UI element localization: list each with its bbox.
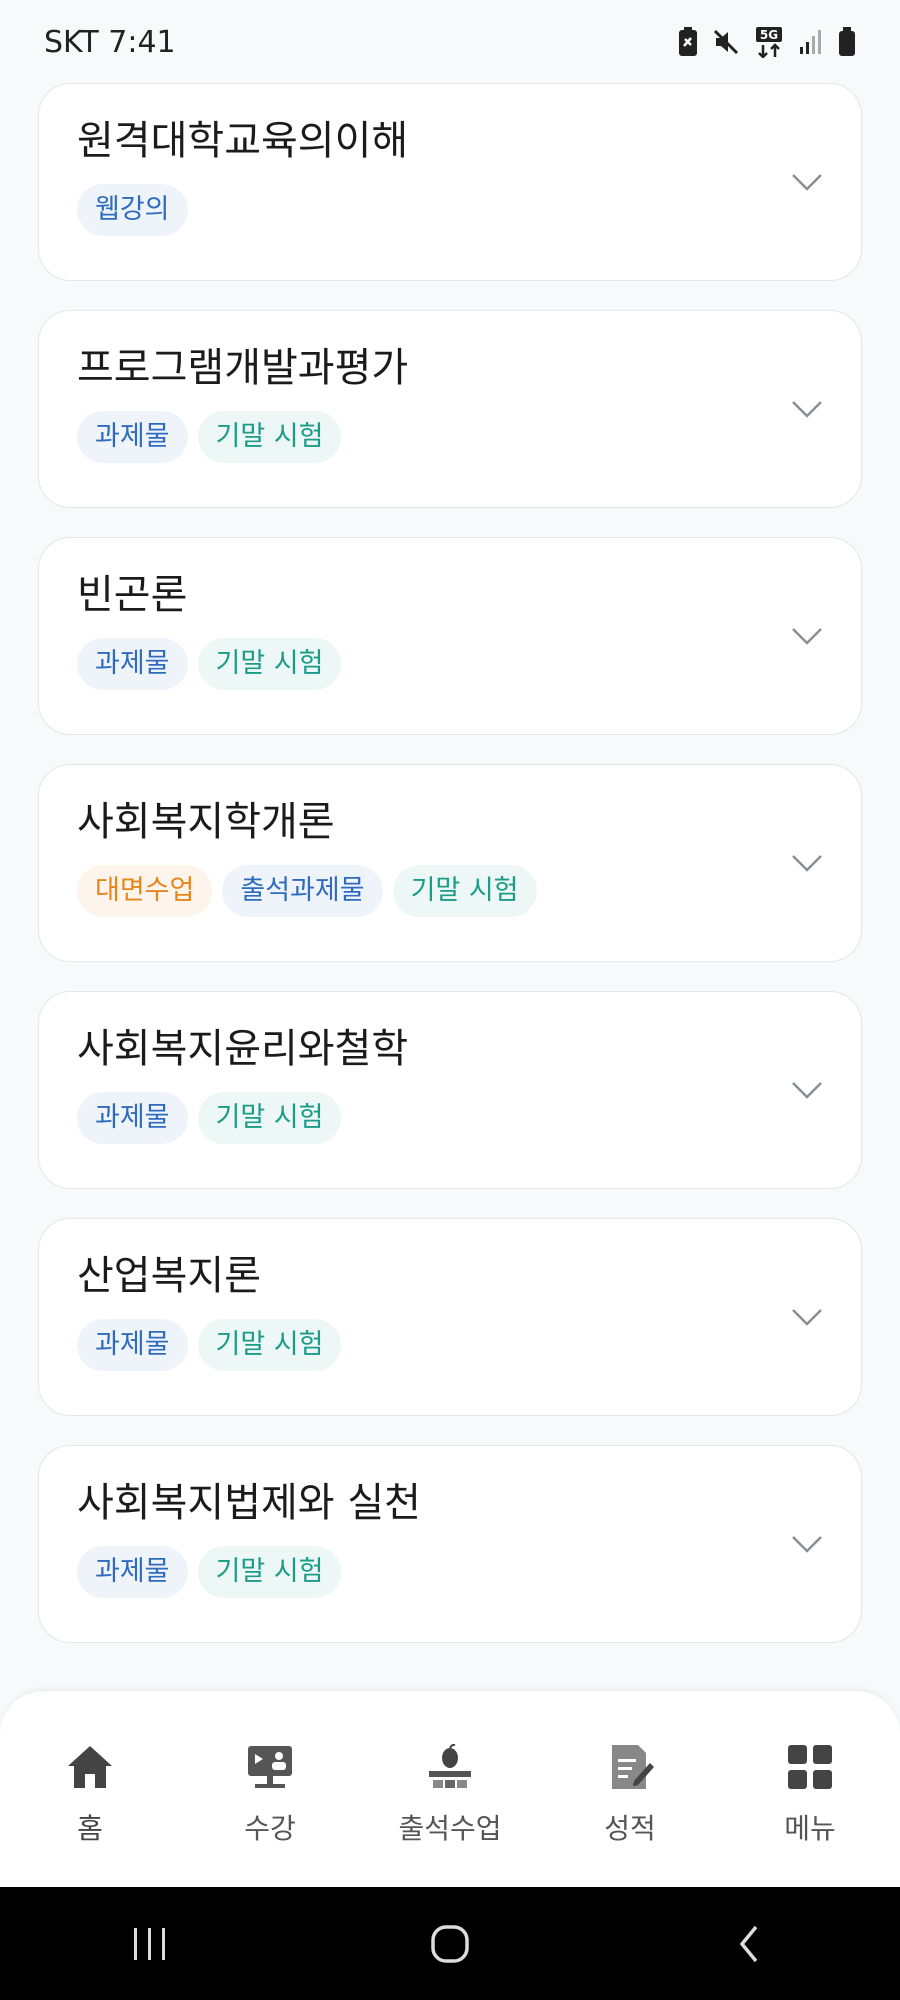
lecture-monitor-icon bbox=[244, 1741, 296, 1793]
course-title: 빈곤론 bbox=[77, 572, 188, 618]
course-card[interactable]: 사회복지학개론 대면수업 출석과제물 기말 시험 bbox=[38, 764, 862, 962]
chevron-down-icon[interactable] bbox=[791, 626, 823, 646]
bottom-nav: 홈 수강 출석수업 성적 메뉴 bbox=[0, 1690, 900, 1887]
chevron-down-icon[interactable] bbox=[791, 399, 823, 419]
course-title: 사회복지학개론 bbox=[77, 799, 335, 845]
course-title: 사회복지윤리와철학 bbox=[77, 1026, 409, 1072]
tag-list: 과제물 기말 시험 bbox=[77, 1092, 861, 1144]
tag-badge: 과제물 bbox=[77, 1319, 188, 1371]
nav-item-menu[interactable]: 메뉴 bbox=[735, 1741, 885, 1847]
course-list: 원격대학교육의이해 웹강의 프로그램개발과평가 과제물 기말 시험 빈곤론 과제… bbox=[38, 83, 862, 1672]
nav-label: 홈 bbox=[77, 1812, 103, 1845]
tag-badge: 기말 시험 bbox=[197, 1092, 342, 1144]
grade-document-icon bbox=[604, 1741, 656, 1793]
status-bar: SKT 7:41 5G bbox=[0, 0, 900, 84]
course-title: 사회복지법제와 실천 bbox=[77, 1480, 421, 1526]
tag-list: 과제물 기말 시험 bbox=[77, 411, 861, 463]
back-icon bbox=[739, 1925, 758, 1962]
nav-label: 출석수업 bbox=[398, 1812, 502, 1845]
chevron-down-icon[interactable] bbox=[791, 853, 823, 873]
tag-badge: 웹강의 bbox=[77, 184, 188, 236]
course-card[interactable]: 사회복지윤리와철학 과제물 기말 시험 bbox=[38, 991, 862, 1189]
nav-label: 성적 bbox=[604, 1812, 656, 1845]
chevron-down-icon[interactable] bbox=[791, 1534, 823, 1554]
nav-label: 수강 bbox=[244, 1812, 296, 1845]
tag-badge: 기말 시험 bbox=[197, 638, 342, 690]
nav-item-grades[interactable]: 성적 bbox=[555, 1741, 705, 1847]
battery-saver-icon bbox=[679, 27, 697, 56]
tag-badge: 기말 시험 bbox=[197, 1319, 342, 1371]
carrier-time: SKT 7:41 bbox=[44, 24, 176, 60]
5g-icon: 5G bbox=[756, 27, 782, 58]
recent-apps-icon bbox=[134, 1927, 165, 1960]
chevron-down-icon[interactable] bbox=[791, 1307, 823, 1327]
tag-badge: 과제물 bbox=[77, 638, 188, 690]
status-icons: 5G bbox=[678, 26, 856, 58]
back-button[interactable] bbox=[690, 1914, 810, 1974]
system-nav-bar bbox=[0, 1887, 900, 2000]
nav-item-home[interactable]: 홈 bbox=[15, 1741, 165, 1847]
recent-apps-button[interactable] bbox=[90, 1914, 210, 1974]
home-system-button[interactable] bbox=[390, 1914, 510, 1974]
home-icon bbox=[64, 1741, 116, 1793]
course-card[interactable]: 사회복지법제와 실천 과제물 기말 시험 bbox=[38, 1445, 862, 1643]
mute-icon bbox=[713, 29, 739, 55]
course-card[interactable]: 원격대학교육의이해 웹강의 bbox=[38, 83, 862, 281]
grid-menu-icon bbox=[784, 1741, 836, 1793]
tag-badge: 대면수업 bbox=[77, 865, 213, 917]
tag-badge: 과제물 bbox=[77, 411, 188, 463]
tag-badge: 출석과제물 bbox=[222, 865, 383, 917]
course-card[interactable]: 프로그램개발과평가 과제물 기말 시험 bbox=[38, 310, 862, 508]
nav-item-lecture[interactable]: 수강 bbox=[195, 1741, 345, 1847]
home-circle-icon bbox=[431, 1924, 469, 1963]
tag-badge: 기말 시험 bbox=[197, 1546, 342, 1598]
attendance-class-icon bbox=[424, 1741, 476, 1793]
chevron-down-icon[interactable] bbox=[791, 172, 823, 192]
nav-label: 메뉴 bbox=[784, 1812, 836, 1845]
tag-list: 과제물 기말 시험 bbox=[77, 1319, 861, 1371]
svg-text:5G: 5G bbox=[760, 28, 778, 42]
tag-list: 웹강의 bbox=[77, 184, 861, 236]
tag-badge: 기말 시험 bbox=[197, 411, 342, 463]
course-card[interactable]: 산업복지론 과제물 기말 시험 bbox=[38, 1218, 862, 1416]
chevron-down-icon[interactable] bbox=[791, 1080, 823, 1100]
tag-list: 대면수업 출석과제물 기말 시험 bbox=[77, 865, 861, 917]
course-title: 프로그램개발과평가 bbox=[77, 345, 409, 391]
tag-list: 과제물 기말 시험 bbox=[77, 638, 861, 690]
tag-badge: 과제물 bbox=[77, 1546, 188, 1598]
signal-icon bbox=[800, 30, 821, 54]
nav-item-attendance[interactable]: 출석수업 bbox=[375, 1741, 525, 1847]
tag-badge: 기말 시험 bbox=[392, 865, 537, 917]
course-title: 산업복지론 bbox=[77, 1253, 261, 1299]
tag-badge: 과제물 bbox=[77, 1092, 188, 1144]
battery-icon bbox=[839, 27, 855, 56]
course-card[interactable]: 빈곤론 과제물 기말 시험 bbox=[38, 537, 862, 735]
course-title: 원격대학교육의이해 bbox=[77, 118, 409, 164]
tag-list: 과제물 기말 시험 bbox=[77, 1546, 861, 1598]
